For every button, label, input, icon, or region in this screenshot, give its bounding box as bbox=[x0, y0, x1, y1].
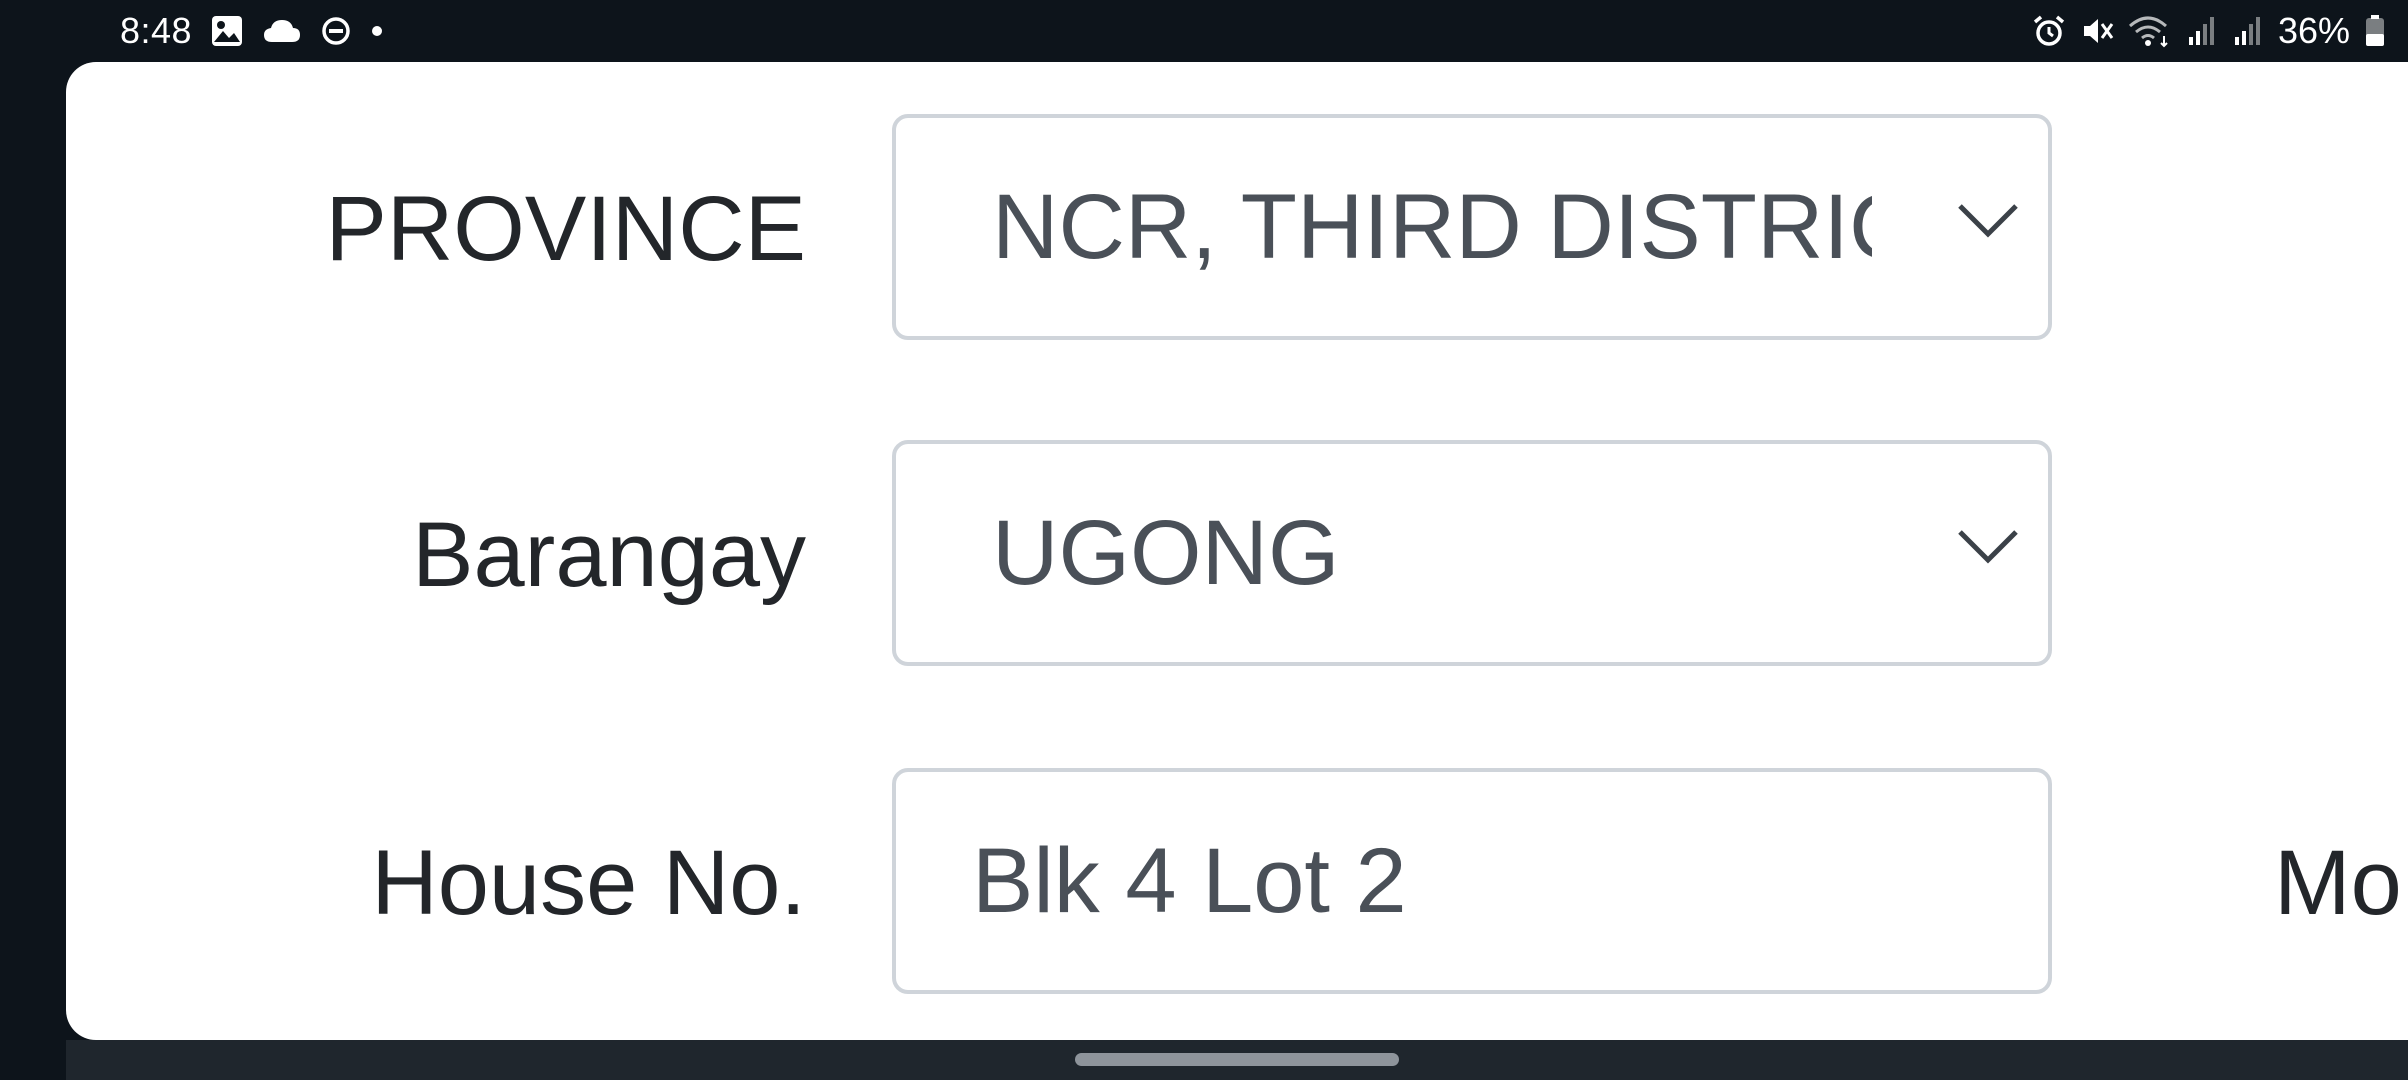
barangay-selected-value: UGONG bbox=[992, 501, 1340, 604]
barangay-select[interactable]: UGONG bbox=[892, 440, 2052, 666]
house-no-row: House No. Blk 4 Lot 2 Mo bbox=[66, 768, 2408, 998]
status-time: 8:48 bbox=[120, 10, 193, 51]
next-field-label-partial: Mo bbox=[2274, 831, 2402, 934]
house-no-label: House No. bbox=[371, 831, 806, 934]
image-icon bbox=[210, 14, 244, 48]
mute-icon bbox=[2080, 14, 2114, 48]
address-form: PROVINCE NCR, THIRD DISTRIC Barangay UGO… bbox=[66, 62, 2408, 1040]
home-indicator[interactable] bbox=[1075, 1053, 1399, 1066]
province-row: PROVINCE NCR, THIRD DISTRIC bbox=[66, 114, 2408, 344]
barangay-row: Barangay UGONG bbox=[66, 440, 2408, 670]
screen: 8:48 36% PROVINCE NCR, THIRD DISTRIC Bar… bbox=[0, 0, 2408, 1080]
province-select[interactable]: NCR, THIRD DISTRIC bbox=[892, 114, 2052, 340]
chevron-down-icon bbox=[1958, 530, 2018, 564]
signal-icon bbox=[2186, 15, 2218, 47]
province-selected-value: NCR, THIRD DISTRIC bbox=[992, 175, 1872, 278]
wifi-icon bbox=[2128, 14, 2172, 48]
dot-icon bbox=[370, 24, 384, 38]
do-not-disturb-icon bbox=[320, 15, 352, 47]
status-left: 8:48 bbox=[120, 0, 384, 62]
status-bar: 8:48 36% bbox=[0, 0, 2408, 62]
alarm-icon bbox=[2032, 14, 2066, 48]
battery-icon bbox=[2364, 14, 2386, 48]
battery-percent: 36% bbox=[2277, 10, 2350, 51]
status-right: 36% bbox=[2032, 0, 2386, 62]
cloud-icon bbox=[262, 16, 302, 46]
barangay-label: Barangay bbox=[412, 503, 806, 606]
house-no-input[interactable]: Blk 4 Lot 2 bbox=[892, 768, 2052, 994]
signal-icon bbox=[2232, 15, 2264, 47]
province-label: PROVINCE bbox=[325, 177, 806, 280]
chevron-down-icon bbox=[1958, 204, 2018, 238]
house-no-value: Blk 4 Lot 2 bbox=[972, 829, 1407, 932]
